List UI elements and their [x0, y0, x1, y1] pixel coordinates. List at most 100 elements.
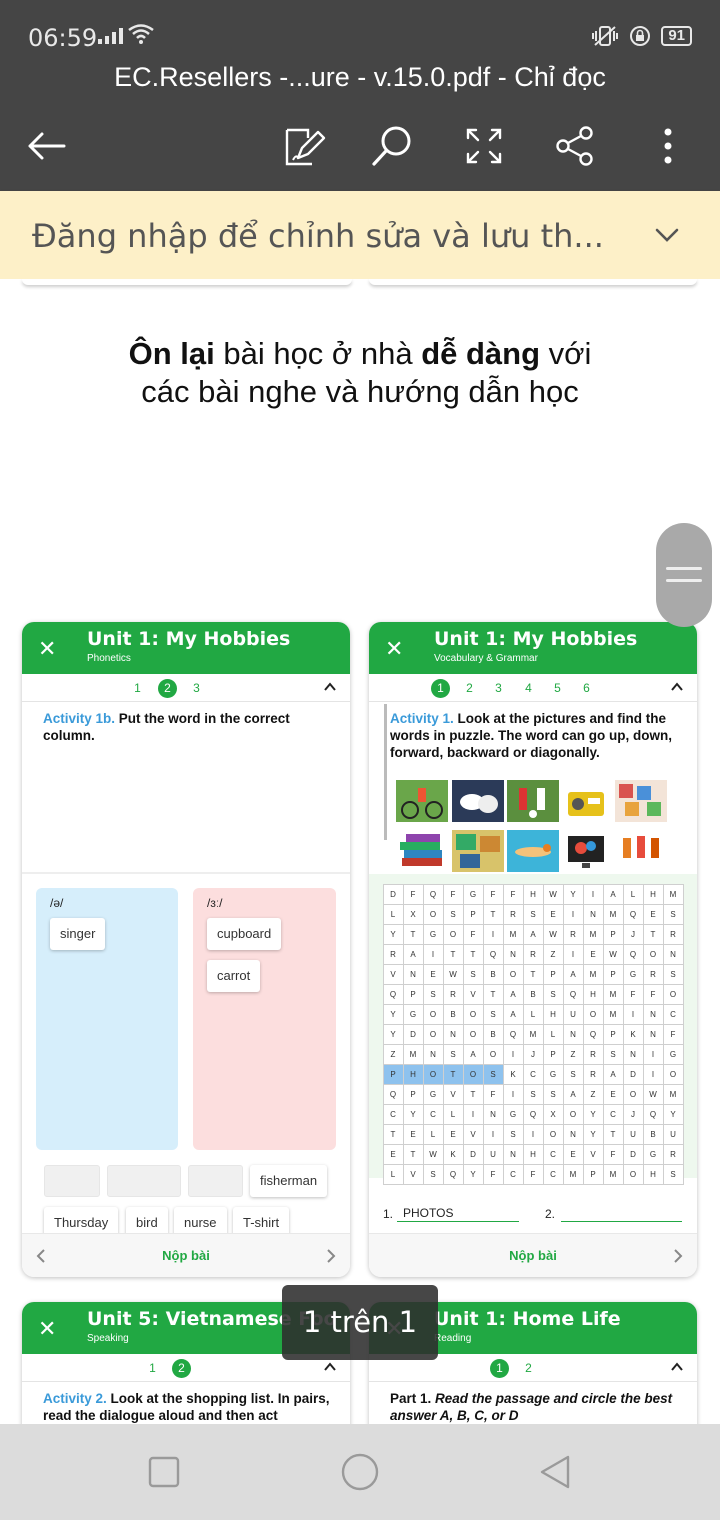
- grid-cell[interactable]: M: [502, 923, 524, 945]
- grid-cell[interactable]: P: [382, 1063, 404, 1085]
- grid-cell[interactable]: M: [602, 1163, 624, 1185]
- grid-cell[interactable]: F: [502, 883, 524, 905]
- grid-cell[interactable]: F: [482, 883, 504, 905]
- step-2[interactable]: 2: [460, 679, 479, 698]
- grid-cell[interactable]: N: [442, 1023, 464, 1045]
- grid-cell[interactable]: T: [402, 1143, 424, 1165]
- grid-cell[interactable]: Z: [382, 1043, 404, 1065]
- grid-cell[interactable]: L: [522, 1003, 544, 1025]
- word-chip[interactable]: cupboard: [207, 918, 282, 950]
- grid-cell[interactable]: S: [662, 963, 684, 985]
- close-icon[interactable]: ✕: [38, 1316, 56, 1342]
- grid-cell[interactable]: C: [382, 1103, 404, 1125]
- grid-cell[interactable]: O: [562, 1103, 584, 1125]
- grid-cell[interactable]: Z: [542, 943, 564, 965]
- grid-cell[interactable]: G: [542, 1063, 564, 1085]
- grid-cell[interactable]: R: [582, 1043, 604, 1065]
- submit-button[interactable]: Nộp bài: [369, 1248, 697, 1263]
- grid-cell[interactable]: G: [422, 1083, 444, 1105]
- grid-cell[interactable]: R: [582, 1063, 604, 1085]
- grid-cell[interactable]: U: [562, 1003, 584, 1025]
- grid-cell[interactable]: G: [462, 883, 484, 905]
- step-4[interactable]: 4: [519, 679, 538, 698]
- grid-cell[interactable]: L: [422, 1123, 444, 1145]
- grid-cell[interactable]: S: [462, 963, 484, 985]
- word-chip[interactable]: fisherman: [250, 1165, 328, 1197]
- grid-cell[interactable]: L: [442, 1103, 464, 1125]
- chevron-right-icon[interactable]: [673, 1248, 683, 1264]
- grid-cell[interactable]: N: [502, 943, 524, 965]
- grid-cell[interactable]: S: [442, 1043, 464, 1065]
- grid-cell[interactable]: H: [582, 983, 604, 1005]
- grid-cell[interactable]: S: [442, 903, 464, 925]
- search-icon[interactable]: [370, 124, 414, 168]
- grid-cell[interactable]: N: [562, 1023, 584, 1045]
- grid-cell[interactable]: E: [402, 1123, 424, 1145]
- grid-cell[interactable]: S: [602, 1043, 624, 1065]
- grid-cell[interactable]: C: [602, 1103, 624, 1125]
- grid-cell[interactable]: E: [382, 1143, 404, 1165]
- grid-cell[interactable]: N: [662, 943, 684, 965]
- step-1[interactable]: 1: [490, 1359, 509, 1378]
- grid-cell[interactable]: N: [482, 1103, 504, 1125]
- grid-cell[interactable]: S: [482, 1003, 504, 1025]
- grid-cell[interactable]: T: [642, 923, 664, 945]
- grid-cell[interactable]: T: [462, 943, 484, 965]
- grid-cell[interactable]: Y: [382, 1003, 404, 1025]
- grid-cell[interactable]: W: [442, 963, 464, 985]
- grid-cell[interactable]: R: [662, 1143, 684, 1165]
- word-search-grid[interactable]: DFQFGFFHWYIALHMLXOSPTRSEINMQESYTGOFIMAWR…: [382, 883, 684, 1185]
- step-5[interactable]: 5: [548, 679, 567, 698]
- grid-cell[interactable]: I: [562, 903, 584, 925]
- grid-cell[interactable]: P: [602, 923, 624, 945]
- grid-cell[interactable]: Y: [662, 1103, 684, 1125]
- grid-cell[interactable]: O: [622, 1163, 644, 1185]
- grid-cell[interactable]: A: [602, 1063, 624, 1085]
- chevron-down-icon[interactable]: [654, 221, 680, 249]
- grid-cell[interactable]: Q: [382, 983, 404, 1005]
- more-options-icon[interactable]: [646, 124, 690, 168]
- grid-cell[interactable]: O: [422, 1023, 444, 1045]
- grid-cell[interactable]: Q: [582, 1023, 604, 1045]
- grid-cell[interactable]: X: [402, 903, 424, 925]
- grid-cell[interactable]: O: [462, 1063, 484, 1085]
- grid-cell[interactable]: H: [522, 883, 544, 905]
- grid-cell[interactable]: O: [462, 1023, 484, 1045]
- grid-cell[interactable]: H: [642, 1163, 664, 1185]
- step-2[interactable]: 2: [172, 1359, 191, 1378]
- grid-cell[interactable]: C: [542, 1143, 564, 1165]
- grid-cell[interactable]: S: [522, 1083, 544, 1105]
- grid-cell[interactable]: E: [422, 963, 444, 985]
- close-icon[interactable]: ✕: [385, 636, 403, 662]
- grid-cell[interactable]: C: [542, 1163, 564, 1185]
- grid-cell[interactable]: O: [662, 983, 684, 1005]
- grid-cell[interactable]: C: [422, 1103, 444, 1125]
- grid-cell[interactable]: T: [602, 1123, 624, 1145]
- grid-cell[interactable]: E: [602, 1083, 624, 1105]
- grid-cell[interactable]: G: [622, 963, 644, 985]
- grid-cell[interactable]: U: [482, 1143, 504, 1165]
- step-2[interactable]: 2: [519, 1359, 538, 1378]
- grid-cell[interactable]: F: [462, 923, 484, 945]
- grid-cell[interactable]: W: [422, 1143, 444, 1165]
- share-icon[interactable]: [553, 124, 597, 168]
- grid-cell[interactable]: M: [602, 903, 624, 925]
- grid-cell[interactable]: T: [482, 983, 504, 1005]
- back-arrow-icon[interactable]: [24, 124, 68, 168]
- grid-cell[interactable]: K: [442, 1143, 464, 1165]
- grid-cell[interactable]: J: [522, 1043, 544, 1065]
- column-schwa[interactable]: /ə/ singer: [36, 888, 178, 1150]
- grid-cell[interactable]: V: [382, 963, 404, 985]
- grid-cell[interactable]: B: [482, 963, 504, 985]
- grid-cell[interactable]: V: [582, 1143, 604, 1165]
- grid-cell[interactable]: B: [642, 1123, 664, 1145]
- answer-2-field[interactable]: [561, 1221, 682, 1222]
- grid-cell[interactable]: Z: [562, 1043, 584, 1065]
- back-icon[interactable]: [538, 1454, 574, 1490]
- grid-cell[interactable]: L: [382, 1163, 404, 1185]
- grid-cell[interactable]: E: [442, 1123, 464, 1145]
- grid-cell[interactable]: Y: [582, 1123, 604, 1145]
- grid-cell[interactable]: F: [622, 983, 644, 1005]
- grid-cell[interactable]: A: [562, 1083, 584, 1105]
- grid-cell[interactable]: I: [582, 883, 604, 905]
